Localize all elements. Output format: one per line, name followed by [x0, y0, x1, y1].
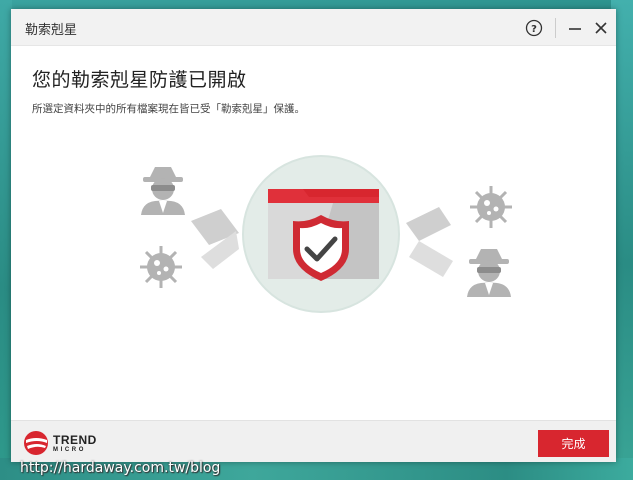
help-icon: ? [525, 19, 543, 37]
help-button[interactable]: ? [521, 15, 547, 41]
virus-icon-left [140, 246, 182, 288]
virus-icon-right [470, 186, 512, 228]
watermark-url: http://hardaway.com.tw/blog [20, 460, 221, 476]
page-title: 您的勒索剋星防護已開啟 [32, 69, 247, 91]
footer-bar: TREND MICRO 完成 [11, 420, 616, 462]
hacker-icon-left [141, 167, 185, 215]
logo-text-trend: TREND [53, 432, 97, 447]
close-icon [595, 22, 607, 34]
window-title: 勒索剋星 [25, 23, 78, 38]
logo-text-micro: MICRO [53, 446, 86, 453]
title-bar[interactable]: 勒索剋星 ? [11, 9, 616, 46]
trend-micro-logo: TREND MICRO [23, 430, 97, 456]
arrow-icon-left [191, 209, 239, 269]
minimize-button[interactable] [562, 15, 588, 41]
hacker-icon-right [467, 249, 511, 297]
svg-text:?: ? [531, 24, 537, 35]
done-button[interactable]: 完成 [538, 430, 609, 457]
protection-illustration [140, 155, 512, 313]
titlebar-divider [555, 18, 556, 38]
trend-micro-logo-icon [24, 431, 48, 455]
protection-description: 所選定資料夾中的所有檔案現在皆已受「勒索剋星」保護。 [32, 103, 305, 115]
arrow-icon-right [406, 207, 453, 277]
close-button[interactable] [588, 15, 614, 41]
ransomware-buster-window: 勒索剋星 ? 您的勒索剋星防護已開啟 所選定資料夾中的所有檔案現在皆已受「勒索剋… [11, 9, 616, 462]
minimize-icon [569, 28, 581, 30]
